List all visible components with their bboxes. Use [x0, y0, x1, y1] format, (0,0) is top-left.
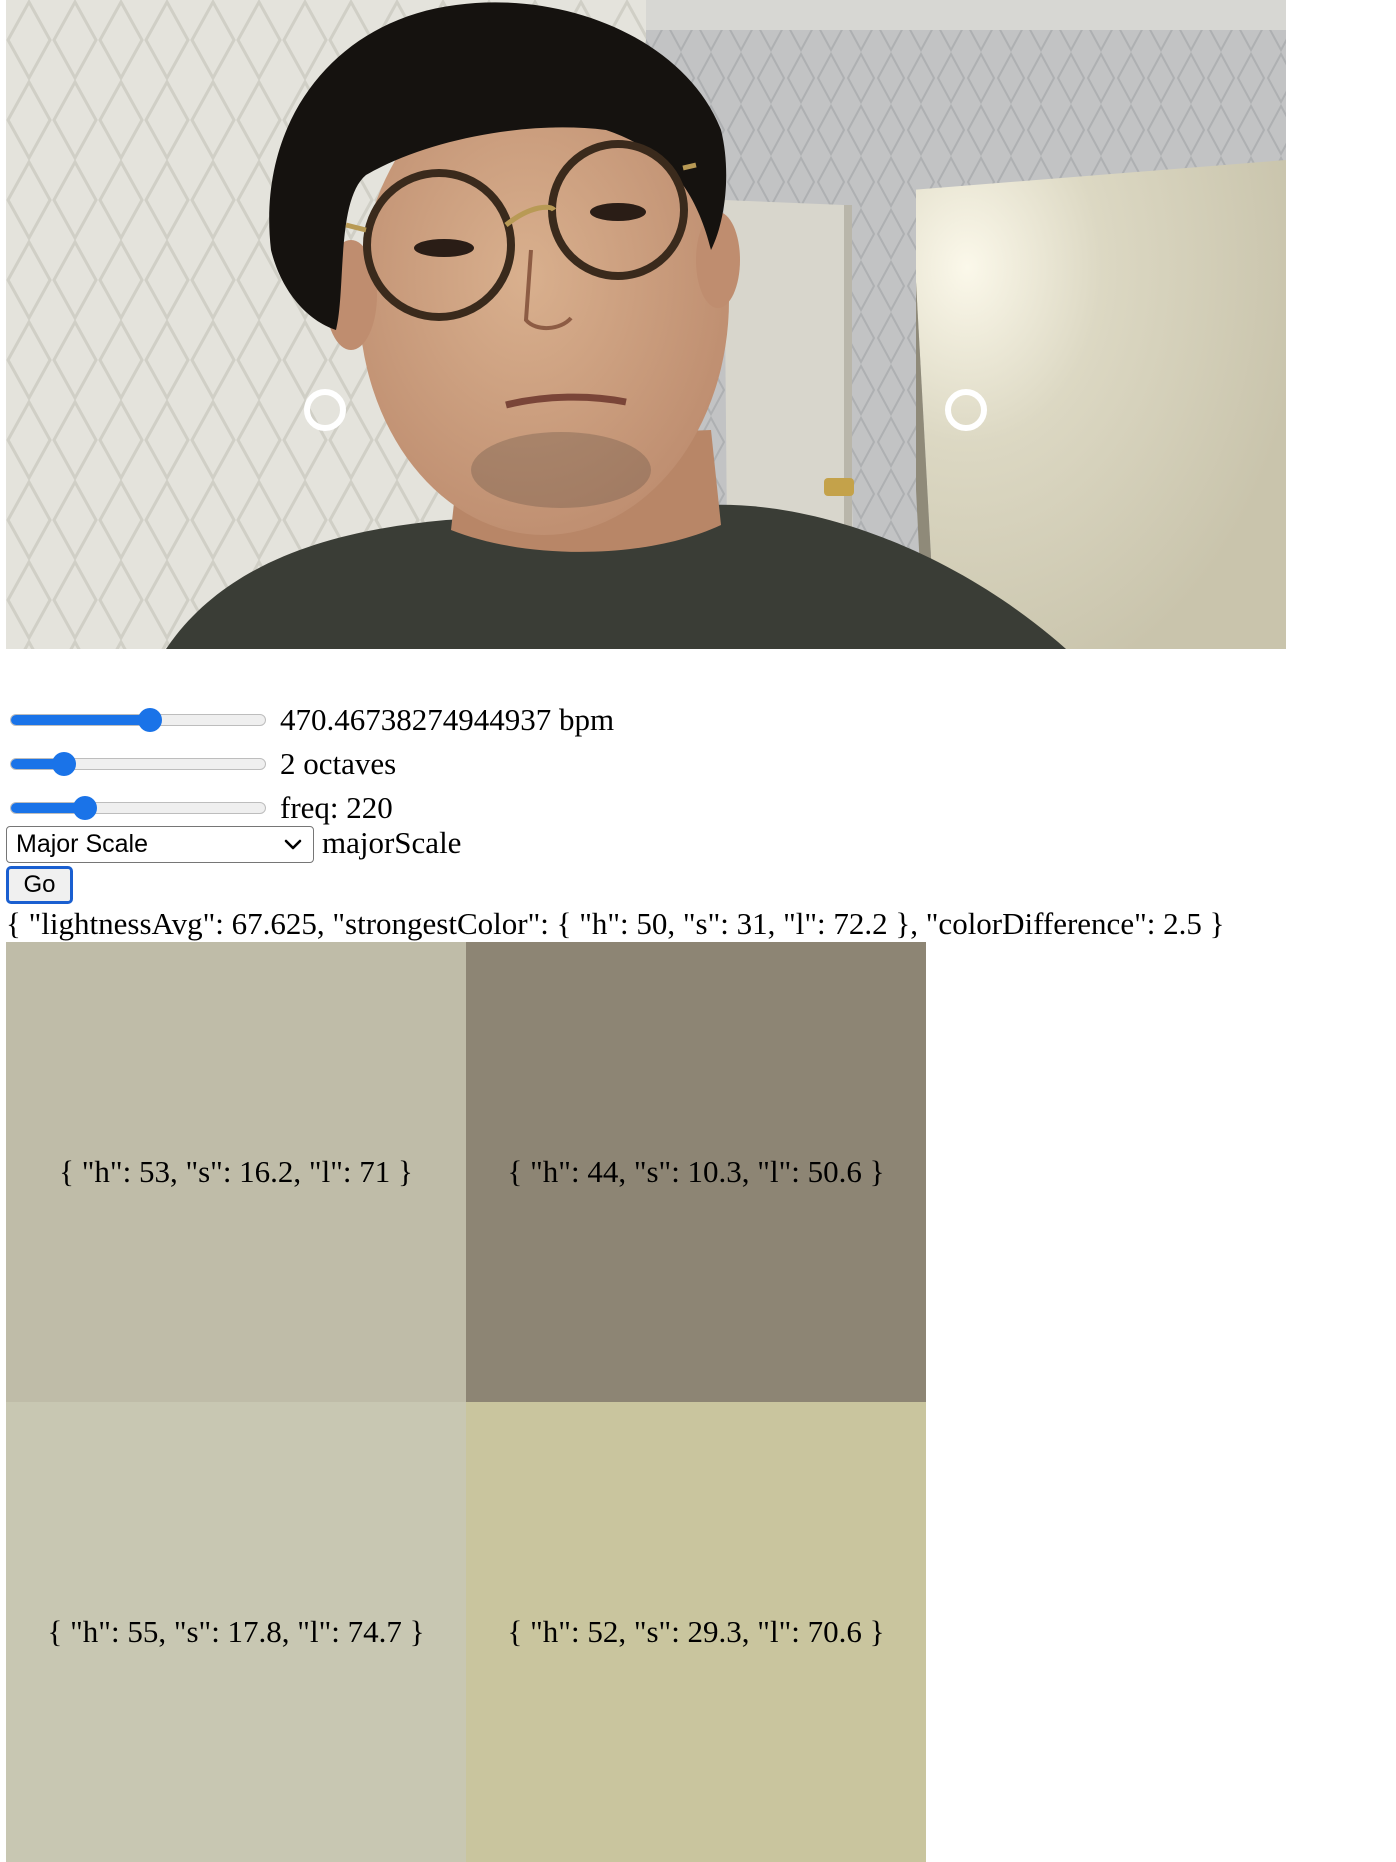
swatch-hsl-label: { "h": 52, "s": 29.3, "l": 70.6 }	[507, 1614, 885, 1649]
color-swatch: { "h": 44, "s": 10.3, "l": 50.6 }	[466, 942, 926, 1402]
scale-value-label: majorScale	[322, 825, 462, 860]
octaves-slider[interactable]	[10, 752, 266, 776]
chevron-down-icon	[282, 833, 304, 862]
color-swatch: { "h": 52, "s": 29.3, "l": 70.6 }	[466, 1402, 926, 1862]
tempo-slider[interactable]	[10, 708, 266, 732]
freq-slider[interactable]	[10, 796, 266, 820]
freq-control: freq: 220	[10, 790, 393, 826]
scale-select-value: Major Scale	[16, 830, 148, 858]
freq-label: freq: 220	[280, 790, 393, 825]
scale-select[interactable]: Major Scale	[6, 826, 314, 863]
slider-thumb[interactable]	[137, 708, 162, 732]
webcam-image	[6, 0, 1286, 649]
color-swatch: { "h": 55, "s": 17.8, "l": 74.7 }	[6, 1402, 466, 1862]
swatch-hsl-label: { "h": 44, "s": 10.3, "l": 50.6 }	[507, 1154, 885, 1189]
color-swatch: { "h": 53, "s": 16.2, "l": 71 }	[6, 942, 466, 1402]
tempo-label: 470.46738274944937 bpm	[280, 702, 615, 737]
go-button[interactable]: Go	[6, 866, 73, 904]
octaves-label: 2 octaves	[280, 746, 397, 781]
webcam-video-frame	[6, 0, 1286, 649]
slider-thumb[interactable]	[72, 796, 97, 820]
swatch-hsl-label: { "h": 55, "s": 17.8, "l": 74.7 }	[47, 1614, 425, 1649]
tempo-control: 470.46738274944937 bpm	[10, 702, 614, 738]
slider-thumb[interactable]	[51, 752, 76, 776]
color-analysis-readout: { "lightnessAvg": 67.625, "strongestColo…	[6, 906, 1225, 941]
swatch-hsl-label: { "h": 53, "s": 16.2, "l": 71 }	[59, 1154, 413, 1189]
octaves-control: 2 octaves	[10, 746, 396, 782]
